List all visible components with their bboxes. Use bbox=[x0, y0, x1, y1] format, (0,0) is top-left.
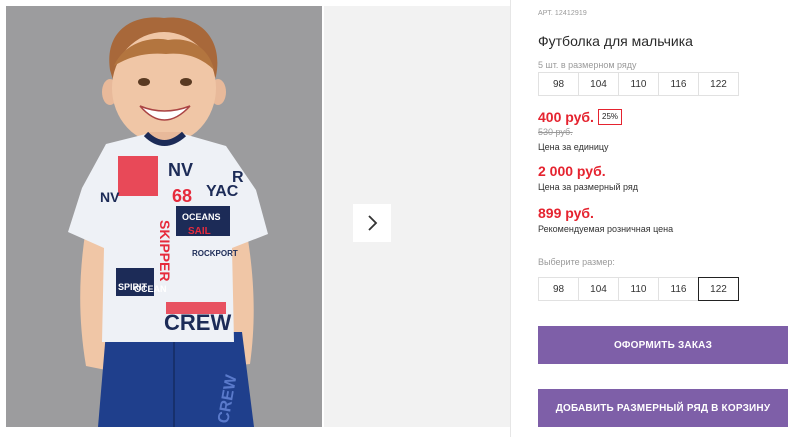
old-price: 530 руб. bbox=[538, 127, 573, 137]
svg-text:OCEANS: OCEANS bbox=[182, 212, 221, 222]
discount-badge: 25% bbox=[598, 109, 623, 125]
size-row-item: 122 bbox=[698, 72, 739, 96]
product-gallery: CREW NV 68 YAC OCEANS SAIL ROCKPORT OCEA… bbox=[6, 6, 510, 427]
row-price-label: Цена за размерный ряд bbox=[538, 182, 639, 192]
current-price: 400 руб. bbox=[538, 109, 594, 125]
svg-text:NV: NV bbox=[100, 189, 120, 205]
rrp-price-label: Рекомендуемая розничная цена bbox=[538, 224, 674, 234]
size-row-list: 98 104 110 116 122 bbox=[538, 72, 739, 96]
next-photo-preview[interactable] bbox=[324, 6, 510, 427]
place-order-button[interactable]: ОФОРМИТЬ ЗАКАЗ bbox=[538, 326, 788, 364]
svg-text:68: 68 bbox=[172, 186, 192, 206]
svg-text:NV: NV bbox=[168, 160, 193, 180]
size-option-98[interactable]: 98 bbox=[538, 277, 579, 301]
rrp-price: 899 руб. bbox=[538, 205, 594, 221]
row-price: 2 000 руб. bbox=[538, 163, 606, 179]
next-photo-button[interactable] bbox=[353, 204, 391, 242]
product-info: АРТ. 12412919 Футболка для мальчика 5 шт… bbox=[538, 0, 800, 437]
size-option-116[interactable]: 116 bbox=[658, 277, 699, 301]
size-row-note: 5 шт. в размерном ряду bbox=[538, 60, 637, 70]
unit-price-label: Цена за единицу bbox=[538, 142, 609, 152]
svg-text:SPIRIT: SPIRIT bbox=[118, 282, 148, 292]
boy-in-tshirt-image: CREW NV 68 YAC OCEANS SAIL ROCKPORT OCEA… bbox=[6, 6, 322, 427]
svg-text:R: R bbox=[232, 169, 244, 186]
product-title: Футболка для мальчика bbox=[538, 33, 693, 49]
size-option-122[interactable]: 122 bbox=[698, 277, 739, 301]
svg-text:CREW: CREW bbox=[164, 310, 231, 335]
size-row-item: 116 bbox=[658, 72, 699, 96]
column-divider bbox=[510, 0, 511, 437]
svg-text:SKIPPER: SKIPPER bbox=[157, 220, 173, 281]
size-option-110[interactable]: 110 bbox=[618, 277, 659, 301]
svg-text:SAIL: SAIL bbox=[188, 226, 211, 237]
chevron-right-icon bbox=[368, 215, 378, 231]
size-option-104[interactable]: 104 bbox=[578, 277, 619, 301]
size-row-item: 110 bbox=[618, 72, 659, 96]
svg-text:ROCKPORT: ROCKPORT bbox=[192, 249, 238, 258]
add-size-row-to-cart-button[interactable]: ДОБАВИТЬ РАЗМЕРНЫЙ РЯД В КОРЗИНУ bbox=[538, 389, 788, 427]
product-photo[interactable]: CREW NV 68 YAC OCEANS SAIL ROCKPORT OCEA… bbox=[6, 6, 322, 427]
size-selector: 98 104 110 116 122 bbox=[538, 277, 739, 301]
size-row-item: 104 bbox=[578, 72, 619, 96]
product-sku: АРТ. 12412919 bbox=[538, 10, 587, 17]
size-row-item: 98 bbox=[538, 72, 579, 96]
choose-size-label: Выберите размер: bbox=[538, 257, 615, 267]
